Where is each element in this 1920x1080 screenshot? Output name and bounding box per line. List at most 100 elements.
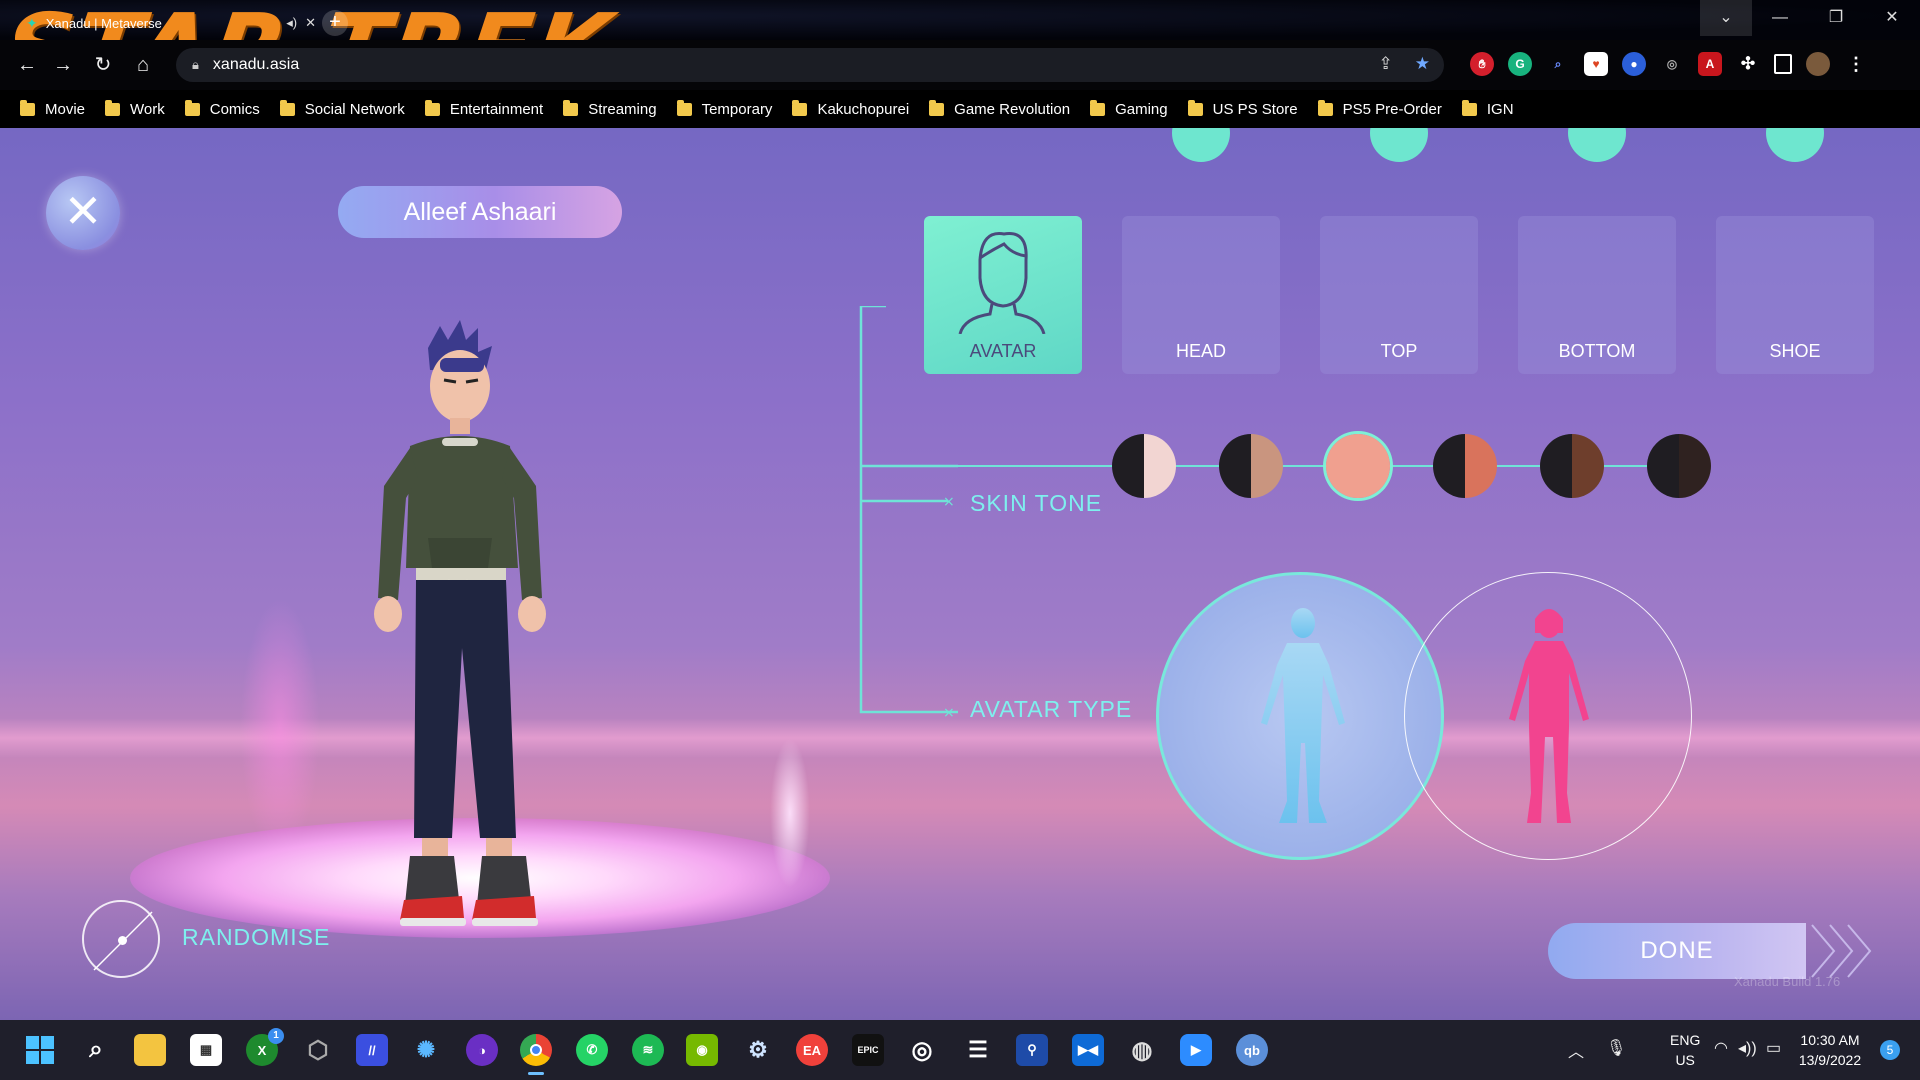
vpn-extension-icon[interactable]: ●	[1622, 52, 1646, 76]
language-indicator[interactable]: ENG US	[1670, 1030, 1700, 1070]
tab-audio-icon[interactable]: ◂)	[286, 15, 297, 31]
bookmark-label: Streaming	[588, 100, 657, 118]
ubisoft-icon[interactable]: ◎	[906, 1034, 938, 1066]
microphone-icon[interactable]: 🎙︎	[1606, 1038, 1626, 1058]
bookmark-folder[interactable]: Temporary	[676, 99, 772, 118]
pdf-extension-icon[interactable]: A	[1698, 52, 1722, 76]
side-panel-icon[interactable]	[1774, 54, 1792, 74]
skin-tone-swatch[interactable]	[1433, 434, 1497, 498]
randomise-dial-icon[interactable]	[82, 900, 160, 978]
folder-icon	[1461, 99, 1477, 116]
bookmark-folder[interactable]: Work	[105, 99, 165, 118]
svg-text:×: ×	[943, 705, 955, 721]
qbittorrent-icon[interactable]: qb	[1236, 1034, 1268, 1066]
tab-search-icon[interactable]: ⌄	[1700, 0, 1752, 36]
notification-badge[interactable]: 5	[1880, 1040, 1900, 1060]
wifi-icon[interactable]: ◠	[1714, 1038, 1728, 1058]
start-icon[interactable]	[24, 1034, 56, 1066]
bookmark-folder[interactable]: US PS Store	[1187, 99, 1298, 118]
spotify-icon[interactable]: ≋	[632, 1034, 664, 1066]
lock-icon[interactable]: 🔒︎	[192, 57, 199, 73]
whatsapp-icon[interactable]: ✆	[576, 1034, 608, 1066]
bookmark-folder[interactable]: Streaming	[563, 99, 657, 118]
tab-shoe[interactable]: SHOE	[1716, 216, 1874, 374]
close-button[interactable]: ✕	[46, 176, 120, 250]
microsoft-store-icon[interactable]: ▦	[190, 1034, 222, 1066]
zoom-icon[interactable]: ▶	[1180, 1034, 1212, 1066]
skin-tone-swatch[interactable]	[1647, 434, 1711, 498]
share-icon[interactable]: ⇪	[1379, 54, 1393, 74]
male-silhouette-icon	[1261, 608, 1345, 823]
game-launcher-icon[interactable]: ☰	[962, 1034, 994, 1066]
new-tab-button[interactable]: +	[322, 10, 348, 36]
tray-overflow-icon[interactable]: ︿	[1568, 1038, 1584, 1062]
skin-tone-swatch[interactable]	[1219, 434, 1283, 498]
avatar-type-female[interactable]	[1404, 572, 1692, 860]
restore-button[interactable]: ❐	[1808, 0, 1864, 36]
file-explorer-icon[interactable]	[134, 1034, 166, 1066]
bookmark-folder[interactable]: Kakuchopurei	[792, 99, 909, 118]
skin-tone-swatch[interactable]	[1540, 434, 1604, 498]
extensions-puzzle-icon[interactable]: ✣	[1736, 52, 1760, 76]
bookmark-label: Social Network	[304, 100, 405, 118]
category-indicator-dot	[1370, 128, 1428, 162]
grammarly-extension-icon[interactable]: G	[1508, 52, 1532, 76]
skin-tone-swatch[interactable]	[1112, 434, 1176, 498]
bookmark-folder[interactable]: Game Revolution	[929, 99, 1070, 118]
build-version-label: Xanadu Build 1.76	[1734, 974, 1841, 989]
playstation-icon[interactable]: ⚲	[1016, 1034, 1048, 1066]
battery-icon[interactable]: ▭	[1766, 1038, 1781, 1058]
bookmark-label: US PS Store	[1212, 100, 1298, 118]
folder-icon	[676, 99, 692, 116]
chrome-icon[interactable]	[520, 1034, 552, 1075]
adblock-extension-icon[interactable]: ✋︎	[1470, 52, 1494, 76]
tab-bottom[interactable]: BOTTOM	[1518, 216, 1676, 374]
clock[interactable]: 10:30 AM 13/9/2022	[1790, 1030, 1870, 1070]
close-window-button[interactable]: ✕	[1864, 0, 1920, 36]
dialog-app-icon[interactable]: ▶◀	[1072, 1034, 1104, 1066]
done-button[interactable]: DONE	[1548, 923, 1806, 979]
randomise-button[interactable]: RANDOMISE	[182, 924, 330, 951]
skin-tone-label: SKIN TONE	[970, 490, 1103, 516]
search-extension-icon[interactable]: ⌕	[1546, 52, 1570, 76]
volume-icon[interactable]: ◂))	[1738, 1038, 1757, 1058]
minimize-button[interactable]: —	[1752, 0, 1808, 36]
forward-icon[interactable]: →	[50, 52, 76, 78]
category-indicator-dot	[1568, 128, 1626, 162]
xbox-icon[interactable]: X1	[246, 1028, 284, 1066]
search-icon[interactable]: ⌕	[80, 1034, 112, 1066]
reload-icon[interactable]: ↻	[90, 52, 116, 78]
back-icon[interactable]: ←	[14, 52, 40, 78]
battle-net-icon[interactable]: ✺	[410, 1034, 442, 1066]
nvidia-icon[interactable]: ◉	[686, 1034, 718, 1066]
bookmark-folder[interactable]: Gaming	[1090, 99, 1168, 118]
epic-games-icon[interactable]: EPIC	[852, 1034, 884, 1066]
bookmark-star-icon[interactable]: ★	[1415, 54, 1430, 74]
steam-icon[interactable]: ⚙	[742, 1034, 774, 1066]
tor-browser-icon[interactable]: ◑	[466, 1034, 498, 1066]
browser-tab[interactable]: ✦ Xanadu | Metaverse ◂) ✕	[16, 6, 326, 40]
launcher-hex-icon[interactable]: ⬡	[302, 1034, 334, 1066]
bookmark-folder[interactable]: Entertainment	[424, 99, 543, 118]
tab-top[interactable]: TOP	[1320, 216, 1478, 374]
bookmark-folder[interactable]: Social Network	[279, 99, 405, 118]
address-bar[interactable]: 🔒︎ xanadu.asia ⇪ ★	[176, 48, 1444, 82]
randomise-pointer	[93, 911, 153, 971]
bookmarks-bar: Movie Work Comics Social Network Entertainme…	[0, 90, 1920, 128]
skin-tone-swatch[interactable]	[1326, 434, 1390, 498]
avatar-type-male[interactable]	[1156, 572, 1444, 860]
obs-icon[interactable]: ◍	[1126, 1034, 1158, 1066]
home-icon[interactable]: ⌂	[130, 52, 156, 78]
menu-kebab-icon[interactable]: ⋮	[1844, 52, 1868, 76]
bookmark-folder[interactable]: Comics	[184, 99, 260, 118]
ea-icon[interactable]: EA	[796, 1034, 828, 1066]
bookmark-folder[interactable]: IGN	[1461, 99, 1514, 118]
screenshot-extension-icon[interactable]: ◎	[1660, 52, 1684, 76]
bookmark-folder[interactable]: Movie	[20, 99, 85, 118]
bookmark-folder[interactable]: PS5 Pre-Order	[1317, 99, 1442, 118]
tab-close-icon[interactable]: ✕	[305, 15, 316, 31]
visual-app-icon[interactable]: //	[356, 1034, 388, 1066]
pocket-extension-icon[interactable]: ♥	[1584, 52, 1608, 76]
profile-avatar[interactable]	[1806, 52, 1830, 76]
address-text[interactable]: xanadu.asia	[213, 56, 299, 74]
